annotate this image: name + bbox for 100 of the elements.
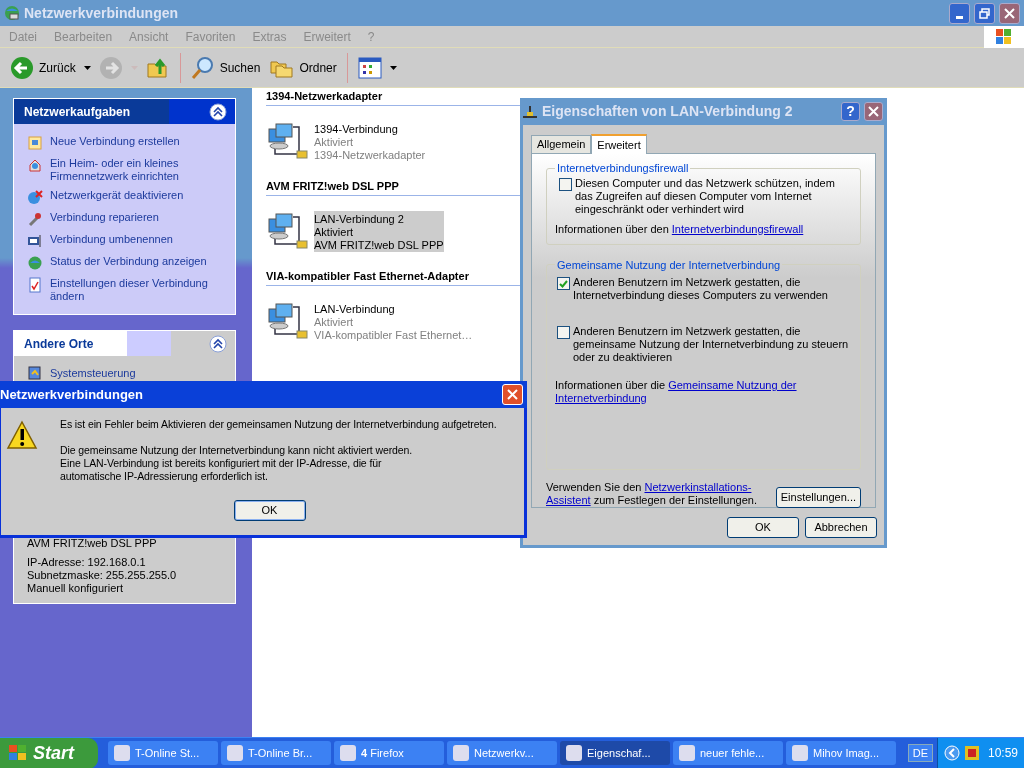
checkbox-label[interactable]: Anderen Benutzern im Netzwerk gestatten, die Internetverbindung dieses Computers zu verwenden (573, 276, 852, 302)
minimize-button[interactable] (949, 2, 970, 24)
footer-label: Verwenden Sie den (546, 481, 643, 493)
detail-text: Manuell konfiguriert (27, 582, 124, 595)
close-icon (1004, 7, 1015, 19)
checkbox[interactable] (557, 326, 570, 339)
connection-name: 1394-Verbindung (314, 123, 399, 136)
caret-icon[interactable] (83, 65, 91, 70)
group-title: Internetverbindungsfirewall (556, 161, 690, 176)
close-icon (507, 389, 518, 400)
group-title: Gemeinsame Nutzung der Internetverbindung (556, 257, 782, 273)
chevron-icon[interactable] (943, 745, 960, 761)
connection-item[interactable]: LAN-Verbindung Aktiviert VIA-kompatibler Fast Ethernet… (314, 301, 473, 342)
task-icon (27, 211, 43, 227)
place-link[interactable]: Systemsteuerung (50, 365, 136, 382)
error-detail: automatische IP-Adressierung erforderlich ist. (60, 470, 269, 483)
link[interactable]: Internetverbindung (555, 392, 647, 404)
task-link[interactable]: Ein Heim- oder ein kleines Firmennetzwerk einrichten (50, 157, 222, 183)
caret-icon[interactable] (389, 65, 397, 70)
collapse-icon[interactable] (209, 102, 227, 121)
window-title: Netzwerkverbindungen (24, 3, 179, 23)
tray-icon (963, 745, 980, 761)
network-connection-icon (267, 211, 311, 251)
link[interactable]: Gemeinsame Nutzung der (668, 379, 797, 391)
close-button[interactable] (999, 2, 1020, 24)
error-message: Es ist ein Fehler beim Aktivieren der gemeinsamen Nutzung der Internetverbindung aufgetreten. (60, 418, 497, 431)
checkbox[interactable] (559, 177, 572, 191)
checkbox-label[interactable]: Diesen Computer und das Netzwerk schützen, indem das Zugreifen auf diesen Computer vom Internet eingeschränkt oder verhindert wird (575, 176, 852, 216)
detail-text: AVM FRITZ!web DSL PPP (27, 537, 158, 550)
checkbox[interactable] (557, 277, 570, 290)
connection-adapter: 1394-Netzwerkadapter (314, 149, 426, 162)
task-icon (27, 189, 43, 205)
task-link[interactable]: Status der Verbindung anzeigen (50, 255, 207, 268)
link[interactable]: Netzwerkinstallations- (644, 481, 752, 493)
tab[interactable]: Erweitert (591, 134, 647, 154)
taskbar-button[interactable]: Netzwerkv... (447, 741, 557, 765)
connection-status: Aktiviert (314, 226, 355, 239)
connection-status: Aktiviert (314, 316, 355, 329)
error-detail: Eine LAN-Verbindung ist bereits konfiguriert mit der IP-Adresse, die für (60, 457, 383, 470)
language-indicator[interactable]: DE (907, 743, 933, 763)
task-icon (27, 277, 43, 293)
back-button[interactable]: Zurück (8, 52, 78, 83)
control-panel-icon (27, 365, 43, 382)
task-link[interactable]: Neue Verbindung erstellen (50, 135, 180, 148)
connection-status: Aktiviert (314, 136, 355, 149)
panel-title: Netzwerkaufgaben (24, 103, 131, 121)
taskbar-button[interactable]: 4 Firefox (334, 741, 444, 765)
connection-name: LAN-Verbindung 2 (314, 213, 405, 226)
connection-name: LAN-Verbindung (314, 303, 396, 316)
task-icon (27, 255, 43, 271)
settings-button[interactable]: Einstellungen... (775, 487, 861, 508)
task-link[interactable]: Netzwerkgerät deaktivieren (50, 189, 184, 202)
detail-text: IP-Adresse: 192.168.0.1 (27, 556, 147, 569)
dialog-title: Netzwerkverbindungen (0, 385, 145, 404)
ok-button[interactable]: OK (233, 500, 306, 521)
error-detail: Die gemeinsame Nutzung der Internetverbindung kann nicht aktiviert werden. (60, 444, 414, 457)
detail-text: Subnetzmaske: 255.255.255.0 (27, 569, 178, 582)
taskbar-button[interactable]: T-Online Br... (221, 741, 331, 765)
flag-logo-icon (8, 744, 28, 762)
info-label: Informationen über die (555, 379, 667, 391)
link[interactable]: Assistent (546, 494, 591, 506)
taskbar-button[interactable]: Mihov Imag... (786, 741, 896, 765)
clock: 10:59 (986, 745, 1018, 762)
panel-title: Andere Orte (24, 335, 94, 353)
task-icon (27, 157, 43, 173)
task-icon (27, 135, 43, 151)
network-connection-icon (267, 121, 311, 161)
help-button[interactable]: ? (841, 102, 860, 121)
warning-icon (6, 420, 38, 450)
checkbox-label[interactable]: Anderen Benutzern im Netzwerk gestatten, die gemeinsame Nutzung der Internetverbindung zu steuern oder zu deaktivieren (573, 325, 852, 364)
task-link[interactable]: Einstellungen dieser Verbindung ändern (50, 277, 222, 303)
search-icon (190, 55, 215, 80)
task-icon (27, 233, 43, 249)
connection-adapter: AVM FRITZ!web DSL PPP (314, 239, 444, 252)
dialog-button[interactable]: Abbrechen (805, 517, 877, 538)
start-button[interactable]: Start (0, 737, 98, 768)
taskbar-button[interactable]: Eigenschaf... (560, 741, 670, 765)
network-plug-icon (522, 104, 538, 119)
network-globe-icon (4, 5, 20, 21)
connection-item[interactable]: LAN-Verbindung 2 Aktiviert AVM FRITZ!web DSL PPP (314, 211, 444, 252)
connection-adapter: VIA-kompatibler Fast Ethernet… (314, 329, 473, 342)
search-button[interactable]: Suchen (188, 52, 263, 83)
footer-label: zum Festlegen der Einstellungen. (592, 494, 757, 506)
link[interactable]: Internetverbindungsfirewall (671, 222, 804, 235)
restore-button[interactable] (974, 2, 995, 24)
connection-item[interactable]: 1394-Verbindung Aktiviert 1394-Netzwerkadapter (314, 121, 426, 162)
dialog-button[interactable]: OK (727, 517, 799, 538)
close-button[interactable] (864, 102, 883, 121)
folders-button[interactable]: Ordner (268, 52, 339, 83)
restore-icon (979, 7, 990, 19)
task-link[interactable]: Verbindung reparieren (50, 211, 159, 224)
dialog-title: Eigenschaften von LAN-Verbindung 2 (542, 102, 794, 121)
taskbar-button[interactable]: neuer fehle... (673, 741, 783, 765)
close-icon (868, 106, 879, 117)
collapse-icon[interactable] (209, 334, 227, 353)
views-icon (357, 56, 382, 79)
info-label: Informationen über den (555, 222, 670, 235)
taskbar-button[interactable]: T-Online St... (108, 741, 218, 765)
task-link[interactable]: Verbindung umbenennen (50, 233, 173, 246)
tab[interactable]: Allgemein (531, 135, 592, 153)
